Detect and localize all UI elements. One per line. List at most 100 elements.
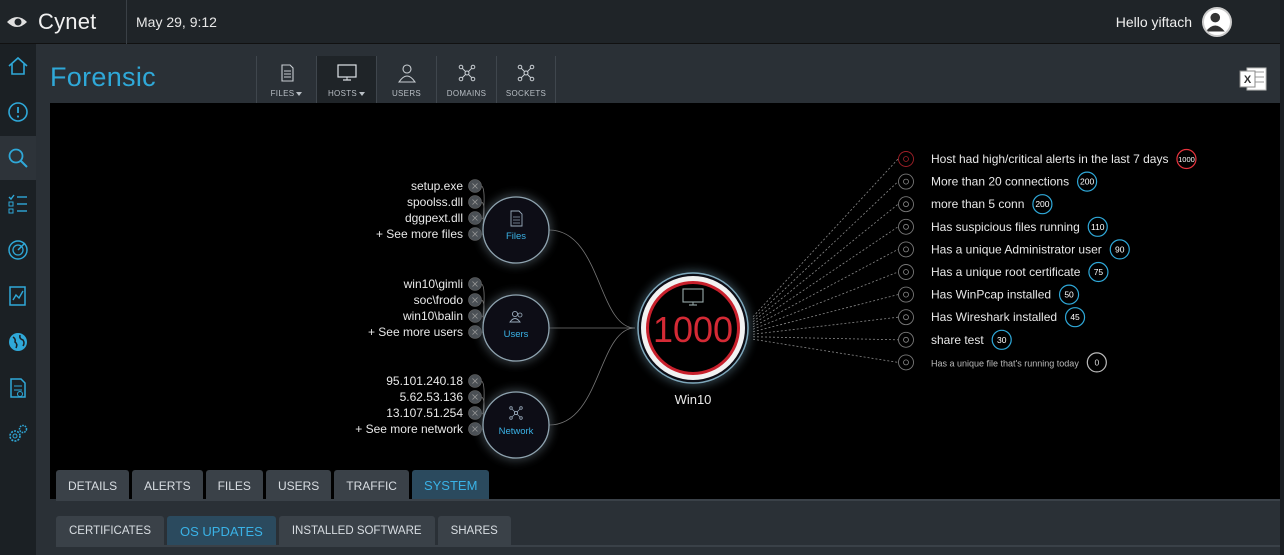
indicator-edge [752, 338, 899, 363]
indicator-label[interactable]: More than 20 connections [931, 175, 1069, 189]
tab-certificates[interactable]: CERTIFICATES [56, 516, 164, 546]
indicator-edge [752, 158, 899, 318]
brand-name: Cynet [38, 9, 97, 34]
tab-files[interactable]: FILES [205, 470, 263, 500]
network-icon [517, 64, 535, 82]
see-more-link[interactable]: + See more users [368, 325, 463, 339]
avatar[interactable] [1202, 7, 1232, 37]
indicator-glyph [903, 336, 909, 343]
indicator-glyph [903, 223, 909, 230]
group-label: Files [506, 231, 526, 242]
item-label[interactable]: dggpext.dll [405, 211, 463, 225]
report-icon [9, 286, 26, 306]
system-sub-tabs: CERTIFICATES OS UPDATES INSTALLED SOFTWARE… [56, 516, 511, 546]
indicator-score: 45 [1070, 312, 1080, 322]
item-label[interactable]: win10\balin [402, 309, 463, 323]
indicator-score: 110 [1091, 222, 1105, 232]
indicator-glyph [903, 246, 909, 253]
home-icon [8, 56, 28, 75]
indicator-label[interactable]: share test [931, 333, 984, 347]
indicator-label[interactable]: Has WinPcap installed [931, 288, 1051, 302]
group-node-network[interactable] [482, 391, 550, 459]
item-label[interactable]: win10\gimli [403, 277, 463, 291]
indicator-glyph [903, 156, 909, 162]
biohazard-icon [898, 196, 914, 213]
tab-os-updates[interactable]: OS UPDATES [167, 516, 276, 546]
user-icon [898, 241, 914, 258]
indicator-label[interactable]: Has a unique file that's running today [931, 358, 1079, 368]
indicator-label[interactable]: Has Wireshark installed [931, 310, 1057, 324]
gear-icon [898, 286, 914, 303]
document-icon [10, 378, 26, 398]
group-node-files[interactable] [482, 196, 550, 264]
excel-export-button[interactable]: X [1238, 66, 1268, 92]
search-icon [8, 148, 28, 168]
tab-shares[interactable]: SHARES [437, 516, 511, 546]
item-label[interactable]: setup.exe [411, 179, 463, 193]
sidebar-item-home[interactable] [0, 44, 36, 88]
sidebar-item-settings[interactable] [0, 412, 36, 456]
file-icon [280, 64, 294, 82]
see-more-link[interactable]: + See more files [376, 227, 463, 241]
tab-label: USERS [391, 89, 422, 98]
indicator-glyph [903, 359, 909, 366]
sidebar-item-checklist[interactable] [0, 182, 36, 226]
tab-files[interactable]: FILES [256, 56, 316, 103]
tab-details[interactable]: DETAILS [56, 470, 130, 500]
top-bar: Cynet May 29, 9:12 Hello yiftach [0, 0, 1284, 44]
indicator-score: 90 [1115, 244, 1125, 254]
indicator-label[interactable]: more than 5 conn [931, 197, 1024, 211]
page-title: Forensic [50, 62, 156, 92]
item-label[interactable]: 95.101.240.18 [386, 374, 463, 388]
indicator-edge [752, 316, 899, 335]
indicator-edge [752, 249, 899, 328]
tab-installed-software[interactable]: INSTALLED SOFTWARE [278, 516, 435, 546]
sidebar-item-search[interactable] [0, 136, 36, 180]
settings-icon [9, 424, 28, 442]
main-panel: Forensic FILES HOSTS USERS DOMAINS SOCKETS X… [36, 44, 1280, 555]
tab-system[interactable]: SYSTEM [411, 470, 490, 500]
entity-type-tabs: FILES HOSTS USERS DOMAINS SOCKETS [256, 56, 556, 103]
sidebar-item-report[interactable] [0, 274, 36, 318]
see-more-link[interactable]: + See more network [355, 422, 464, 436]
radar-icon [8, 240, 28, 260]
group-label: Network [499, 426, 534, 437]
indicator-score: 200 [1035, 199, 1049, 209]
tab-hosts[interactable]: HOSTS [316, 56, 376, 103]
tab-domains[interactable]: DOMAINS [436, 56, 496, 103]
group-host-edge [548, 327, 636, 426]
indicator-label[interactable]: Has suspicious files running [931, 220, 1080, 234]
item-label[interactable]: 13.107.51.254 [386, 406, 463, 420]
tab-label-row: HOSTS [328, 89, 366, 98]
chevron-down-icon [359, 91, 366, 96]
indicator-edge [752, 203, 899, 323]
tab-users[interactable]: USERS [376, 56, 436, 103]
sidebar-item-document[interactable] [0, 366, 36, 410]
tab-traffic[interactable]: TRAFFIC [334, 470, 409, 500]
indicator-label[interactable]: Has a unique root certificate [931, 265, 1081, 279]
alert-icon [8, 102, 28, 122]
user-avatar-icon [1205, 12, 1225, 32]
eye-logo-icon [7, 17, 27, 27]
sidebar-item-alert[interactable] [0, 90, 36, 134]
indicator-label[interactable]: Has a unique Administrator user [931, 242, 1102, 256]
group-node-users[interactable] [482, 294, 550, 362]
graph-canvas: setup.exe spoolss.dll dggpext.dll + See mor… [355, 148, 1197, 459]
item-label[interactable]: soc\frodo [414, 293, 464, 307]
group-host-edge [548, 229, 636, 329]
tab-alerts[interactable]: ALERTS [132, 470, 203, 500]
host-name: Win10 [675, 392, 712, 407]
sidebar-item-globe[interactable] [0, 320, 36, 364]
item-label[interactable]: spoolss.dll [407, 195, 463, 209]
indicator-score: 30 [997, 335, 1007, 345]
tab-users[interactable]: USERS [265, 470, 332, 500]
sidebar-item-radar[interactable] [0, 228, 36, 272]
logo[interactable]: Cynet [0, 0, 126, 44]
tab-sockets[interactable]: SOCKETS [496, 56, 556, 103]
item-label[interactable]: 5.62.53.136 [400, 390, 464, 404]
indicator-label[interactable]: Host had high/critical alerts in the las… [931, 152, 1168, 166]
datetime: May 29, 9:12 [126, 0, 217, 44]
user-greeting[interactable]: Hello yiftach [1116, 0, 1192, 44]
certificate-icon [898, 264, 914, 280]
tab-label: DOMAINS [446, 89, 487, 98]
